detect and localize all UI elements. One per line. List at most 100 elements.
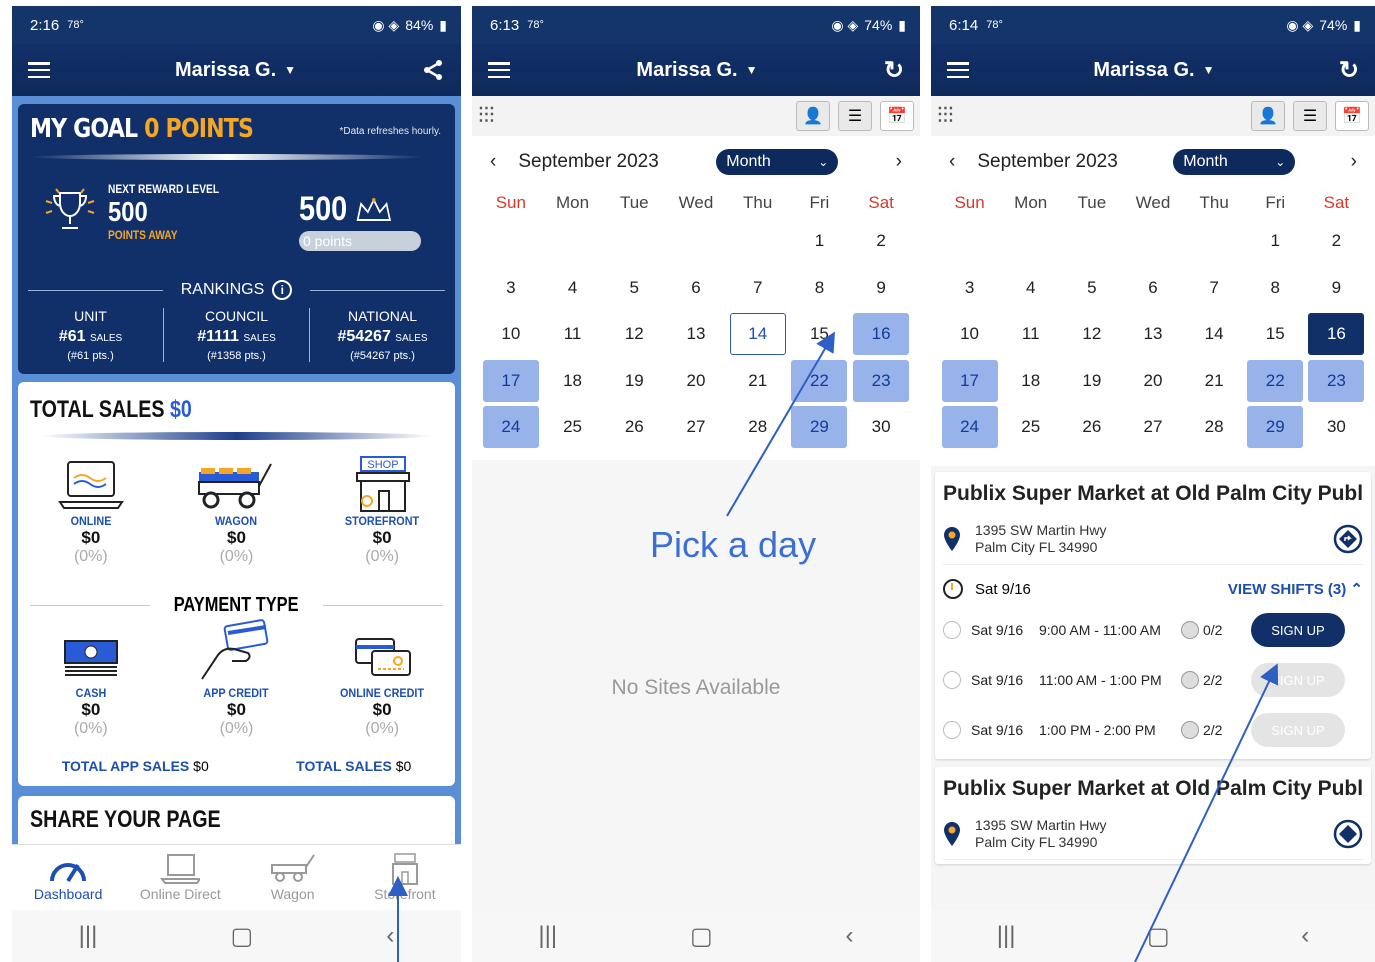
user-switcher[interactable]: Marissa G. ▼: [636, 59, 757, 82]
next-month-icon[interactable]: ›: [1351, 151, 1357, 173]
calendar-day[interactable]: 14: [727, 311, 789, 358]
menu-icon[interactable]: [488, 62, 510, 78]
view-mode-select[interactable]: Month ⌄: [716, 149, 839, 175]
calendar-day[interactable]: 28: [727, 404, 789, 451]
calendar-day[interactable]: 16: [1306, 311, 1367, 358]
calendar-day[interactable]: 2: [850, 218, 912, 265]
calendar-day[interactable]: 4: [1000, 265, 1061, 312]
sign-up-button[interactable]: SIGN UP: [1251, 713, 1345, 747]
calendar-day[interactable]: 22: [1245, 358, 1306, 405]
calendar-day[interactable]: 3: [480, 265, 542, 312]
calendar-day[interactable]: 27: [665, 404, 727, 451]
nav-dashboard[interactable]: Dashboard: [18, 852, 118, 902]
calendar-day[interactable]: 7: [1184, 265, 1245, 312]
sign-up-button[interactable]: SIGN UP: [1251, 663, 1345, 697]
calendar-day[interactable]: 15: [1245, 311, 1306, 358]
calendar-day[interactable]: 21: [1184, 358, 1245, 405]
calendar-view-icon[interactable]: 📅: [880, 101, 914, 131]
view-mode-select[interactable]: Month ⌄: [1173, 149, 1296, 175]
calendar-day[interactable]: 18: [542, 358, 604, 405]
next-month-icon[interactable]: ›: [896, 151, 902, 173]
recents-icon[interactable]: |||: [79, 922, 98, 950]
calendar-day[interactable]: 5: [603, 265, 665, 312]
calendar-day[interactable]: 10: [480, 311, 542, 358]
calendar-day[interactable]: 21: [727, 358, 789, 405]
calendar-day[interactable]: 12: [603, 311, 665, 358]
calendar-day[interactable]: 13: [1122, 311, 1183, 358]
calendar-day[interactable]: 11: [542, 311, 604, 358]
calendar-day[interactable]: 23: [850, 358, 912, 405]
home-icon[interactable]: ▢: [690, 922, 713, 951]
prev-month-icon[interactable]: ‹: [949, 151, 955, 173]
share-page-card[interactable]: SHARE YOUR PAGE: [18, 796, 455, 844]
calendar-day[interactable]: 17: [939, 358, 1000, 405]
dashboard-content[interactable]: MY GOAL 0 POINTS *Data refreshes hourly.…: [12, 96, 461, 844]
calendar-day[interactable]: 4: [542, 265, 604, 312]
back-icon[interactable]: ‹: [1301, 922, 1309, 950]
calendar-day[interactable]: 30: [1306, 404, 1367, 451]
calendar-day[interactable]: 24: [480, 404, 542, 451]
calendar-day[interactable]: 20: [665, 358, 727, 405]
filter-sliders-icon[interactable]: ⫶⫶⫶: [937, 103, 954, 129]
calendar-day[interactable]: 13: [665, 311, 727, 358]
calendar-day[interactable]: 25: [1000, 404, 1061, 451]
list-view-icon[interactable]: ☰: [838, 101, 872, 131]
calendar-day[interactable]: 9: [850, 265, 912, 312]
calendar-day[interactable]: 1: [1245, 218, 1306, 265]
recents-icon[interactable]: |||: [997, 922, 1016, 950]
calendar-day[interactable]: 26: [1061, 404, 1122, 451]
info-icon[interactable]: i: [272, 280, 293, 300]
nav-wagon[interactable]: Wagon: [243, 852, 343, 902]
profile-view-icon[interactable]: 👤: [796, 101, 830, 131]
calendar-day[interactable]: 19: [603, 358, 665, 405]
share-icon[interactable]: [421, 58, 445, 82]
calendar-day[interactable]: 19: [1061, 358, 1122, 405]
calendar-day[interactable]: 14: [1184, 311, 1245, 358]
calendar-day[interactable]: 18: [1000, 358, 1061, 405]
calendar-view-icon[interactable]: 📅: [1335, 101, 1369, 131]
menu-icon[interactable]: [28, 62, 50, 78]
calendar-day[interactable]: 8: [1245, 265, 1306, 312]
calendar-day[interactable]: 27: [1122, 404, 1183, 451]
home-icon[interactable]: ▢: [1147, 922, 1170, 951]
recents-icon[interactable]: |||: [538, 922, 557, 950]
back-icon[interactable]: ‹: [846, 922, 854, 950]
site-list[interactable]: Publix Super Market at Old Palm City Pub…: [931, 466, 1375, 910]
calendar-day[interactable]: 5: [1061, 265, 1122, 312]
calendar-day[interactable]: 10: [939, 311, 1000, 358]
calendar-day[interactable]: 8: [789, 265, 851, 312]
calendar-day[interactable]: 17: [480, 358, 542, 405]
calendar-day[interactable]: 29: [1245, 404, 1306, 451]
calendar-day[interactable]: 6: [665, 265, 727, 312]
back-icon[interactable]: ‹: [386, 922, 394, 950]
view-shifts-toggle[interactable]: VIEW SHIFTS (3) ⌃: [1228, 580, 1363, 598]
prev-month-icon[interactable]: ‹: [490, 151, 496, 173]
nav-storefront[interactable]: Storefront: [355, 852, 455, 902]
calendar-day[interactable]: 11: [1000, 311, 1061, 358]
directions-icon[interactable]: [1333, 819, 1363, 849]
profile-view-icon[interactable]: 👤: [1251, 101, 1285, 131]
calendar-day[interactable]: 24: [939, 404, 1000, 451]
user-switcher[interactable]: Marissa G. ▼: [175, 59, 296, 82]
calendar-day[interactable]: 12: [1061, 311, 1122, 358]
calendar-day[interactable]: 16: [850, 311, 912, 358]
calendar-day[interactable]: 1: [789, 218, 851, 265]
list-view-icon[interactable]: ☰: [1293, 101, 1327, 131]
calendar-day[interactable]: 7: [727, 265, 789, 312]
calendar-day[interactable]: 2: [1306, 218, 1367, 265]
calendar-day[interactable]: 26: [603, 404, 665, 451]
calendar-day[interactable]: 6: [1122, 265, 1183, 312]
calendar-day[interactable]: 3: [939, 265, 1000, 312]
refresh-icon[interactable]: ↻: [1339, 56, 1359, 85]
menu-icon[interactable]: [947, 62, 969, 78]
filter-sliders-icon[interactable]: ⫶⫶⫶: [478, 103, 495, 129]
nav-online-direct[interactable]: Online Direct: [130, 852, 230, 902]
calendar-day[interactable]: 9: [1306, 265, 1367, 312]
calendar-day[interactable]: 29: [789, 404, 851, 451]
refresh-icon[interactable]: ↻: [884, 56, 904, 85]
directions-icon[interactable]: [1333, 524, 1363, 554]
calendar-day[interactable]: 28: [1184, 404, 1245, 451]
user-switcher[interactable]: Marissa G. ▼: [1093, 59, 1214, 82]
calendar-day[interactable]: 30: [850, 404, 912, 451]
calendar-day[interactable]: 23: [1306, 358, 1367, 405]
